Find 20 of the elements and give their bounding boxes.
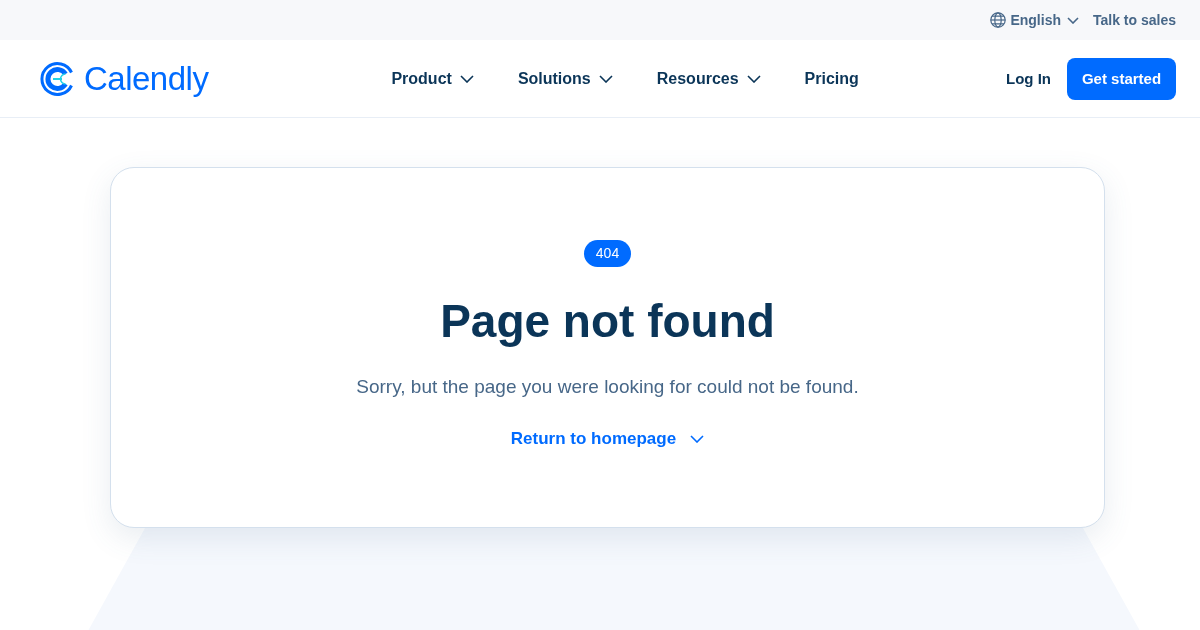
nav-menu-item[interactable]: Solutions [517, 69, 613, 88]
globe-icon [990, 12, 1007, 28]
chevron-down-icon [598, 74, 613, 83]
error-code-badge: 404 [583, 240, 632, 267]
get-started-button[interactable]: Get started [1067, 57, 1176, 100]
error-message: Sorry, but the page you were looking for could not be found. [356, 375, 859, 399]
chevron-down-icon [459, 74, 474, 83]
chevron-down-icon [1067, 16, 1079, 24]
chevron-down-icon [690, 435, 705, 443]
chevron-down-icon [746, 74, 761, 83]
language-selector[interactable]: English [990, 12, 1079, 28]
page-title: Page not found [440, 294, 775, 349]
talk-to-sales-link[interactable]: Talk to sales [1093, 12, 1176, 28]
log-in-link[interactable]: Log In [1006, 70, 1051, 87]
nav-menu-item[interactable]: Pricing [804, 69, 859, 88]
return-home-link[interactable]: Return to homepage [510, 427, 705, 451]
logo-wordmark[interactable]: Calendly [84, 58, 209, 99]
nav-menu-item[interactable]: Product [391, 69, 474, 88]
nav-menu-item[interactable]: Resources [656, 69, 761, 88]
logo-icon [40, 60, 76, 97]
